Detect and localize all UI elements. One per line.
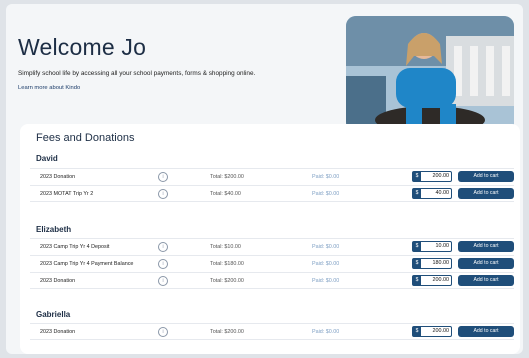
amount-value: 200.00 <box>432 277 450 283</box>
fee-row: 2023 Donation i Total: $200.00 Paid: $0.… <box>30 272 514 289</box>
info-icon[interactable]: i <box>158 172 168 182</box>
amount-input[interactable]: $10.00 <box>412 241 452 252</box>
add-to-cart-button[interactable]: Add to cart <box>458 326 514 337</box>
section-heading: Fees and Donations <box>36 132 135 144</box>
welcome-subtitle: Simplify school life by accessing all yo… <box>18 70 256 77</box>
amount-input[interactable]: $40.00 <box>412 188 452 199</box>
info-icon[interactable]: i <box>158 189 168 199</box>
amount-value: 10.00 <box>435 243 450 249</box>
fees-card: Fees and Donations David 2023 Donation i… <box>20 124 520 354</box>
fee-row: 2023 Donation i Total: $200.00 Paid: $0.… <box>30 323 514 340</box>
student-name: David <box>36 154 58 163</box>
learn-more-link[interactable]: Learn more about Kindo <box>18 85 338 91</box>
fee-paid: Paid: $0.00 <box>312 329 340 335</box>
fee-paid: Paid: $0.00 <box>312 244 340 250</box>
currency-symbol: $ <box>413 327 421 336</box>
fee-total: Total: $180.00 <box>210 261 244 267</box>
student-name: Elizabeth <box>36 225 72 234</box>
amount-input[interactable]: $180.00 <box>412 258 452 269</box>
add-to-cart-button[interactable]: Add to cart <box>458 171 514 182</box>
welcome-section: Welcome Jo Simplify school life by acces… <box>18 34 338 91</box>
info-icon[interactable]: i <box>158 327 168 337</box>
amount-input[interactable]: $200.00 <box>412 326 452 337</box>
fee-row: 2023 MOTAT Trip Yr 2 i Total: $40.00 Pai… <box>30 185 514 202</box>
currency-symbol: $ <box>413 172 421 181</box>
fee-paid: Paid: $0.00 <box>312 174 340 180</box>
fee-total: Total: $200.00 <box>210 329 244 335</box>
fee-name: 2023 Donation <box>40 174 76 180</box>
info-icon[interactable]: i <box>158 259 168 269</box>
amount-input[interactable]: $200.00 <box>412 275 452 286</box>
fee-name: 2023 Camp Trip Yr 4 Payment Balance <box>40 261 134 267</box>
add-to-cart-button[interactable]: Add to cart <box>458 188 514 199</box>
currency-symbol: $ <box>413 242 421 251</box>
amount-value: 180.00 <box>432 260 450 266</box>
add-to-cart-button[interactable]: Add to cart <box>458 275 514 286</box>
currency-symbol: $ <box>413 276 421 285</box>
page-title: Welcome Jo <box>18 34 147 60</box>
fee-paid: Paid: $0.00 <box>312 261 340 267</box>
currency-symbol: $ <box>413 189 421 198</box>
fee-name: 2023 Donation <box>40 278 76 284</box>
fee-total: Total: $200.00 <box>210 174 244 180</box>
add-to-cart-button[interactable]: Add to cart <box>458 258 514 269</box>
add-to-cart-button[interactable]: Add to cart <box>458 241 514 252</box>
amount-value: 40.00 <box>435 190 450 196</box>
fee-name: 2023 MOTAT Trip Yr 2 <box>40 191 94 197</box>
hero-photo <box>346 16 514 132</box>
fee-row: 2023 Camp Trip Yr 4 Deposit i Total: $10… <box>30 238 514 255</box>
amount-input[interactable]: $200.00 <box>412 171 452 182</box>
fee-paid: Paid: $0.00 <box>312 278 340 284</box>
fee-row: 2023 Donation i Total: $200.00 Paid: $0.… <box>30 168 514 185</box>
fee-name: 2023 Camp Trip Yr 4 Deposit <box>40 244 110 250</box>
fee-row: 2023 Camp Trip Yr 4 Payment Balance i To… <box>30 255 514 272</box>
hero-photo-illustration <box>346 16 514 132</box>
currency-symbol: $ <box>413 259 421 268</box>
student-name: Gabriella <box>36 310 71 319</box>
page-background: Welcome Jo Simplify school life by acces… <box>6 4 523 354</box>
amount-value: 200.00 <box>432 173 450 179</box>
info-icon[interactable]: i <box>158 276 168 286</box>
fee-paid: Paid: $0.00 <box>312 191 340 197</box>
fee-total: Total: $200.00 <box>210 278 244 284</box>
info-icon[interactable]: i <box>158 242 168 252</box>
amount-value: 200.00 <box>432 328 450 334</box>
fee-total: Total: $10.00 <box>210 244 241 250</box>
fee-name: 2023 Donation <box>40 329 76 335</box>
fee-total: Total: $40.00 <box>210 191 241 197</box>
